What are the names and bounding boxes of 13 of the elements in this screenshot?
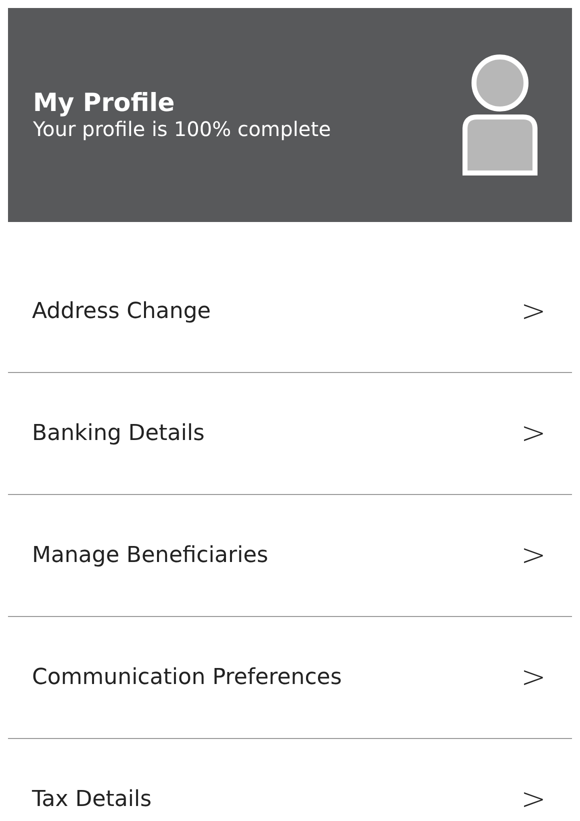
avatar-silhouette-icon	[462, 54, 538, 176]
menu-item[interactable]: Communication Preferences >	[8, 617, 572, 739]
menu-item[interactable]: Manage Beneficiaries >	[8, 495, 572, 617]
chevron-icon: >	[520, 540, 546, 570]
menu-item[interactable]: Tax Details >	[8, 739, 572, 821]
profile-title: My Profile	[33, 88, 176, 118]
chevron-icon: >	[520, 662, 546, 692]
menu-item[interactable]: Banking Details >	[8, 373, 572, 495]
profile-completion-text: Your profile is 100% complete	[33, 117, 331, 142]
menu-item[interactable]: Address Change >	[8, 251, 572, 373]
chevron-icon: >	[520, 296, 546, 326]
chevron-icon: >	[520, 784, 546, 814]
chevron-icon: >	[520, 418, 546, 448]
